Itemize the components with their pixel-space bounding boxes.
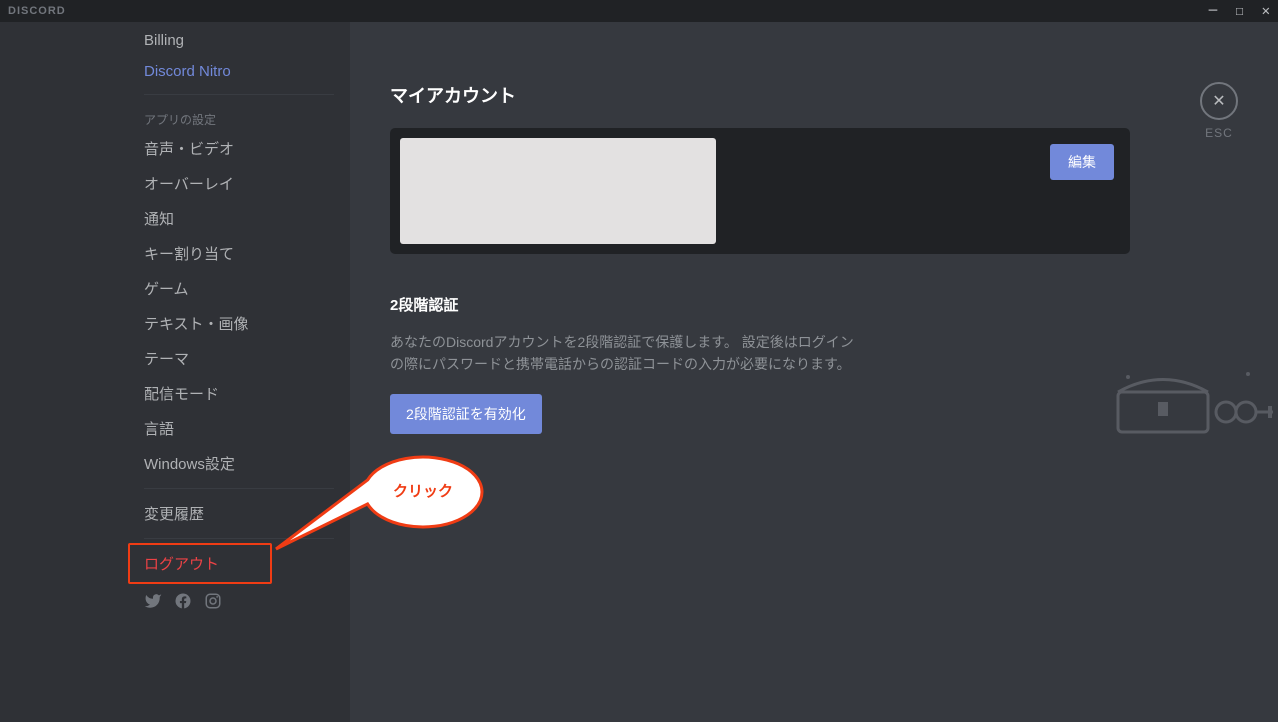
- sidebar-item-notifications[interactable]: 通知: [134, 202, 344, 235]
- sidebar-header-app-settings: アプリの設定: [134, 103, 344, 132]
- sidebar-item-language[interactable]: 言語: [134, 412, 344, 445]
- content-inner: マイアカウント 編集 2段階認証 あなたのDiscordアカウントを2段階認証で…: [350, 22, 1170, 722]
- close-button[interactable]: ✕: [1200, 82, 1238, 120]
- sidebar-item-theme[interactable]: テーマ: [134, 342, 344, 375]
- app-body: Billing Discord Nitro アプリの設定 音声・ビデオ オーバー…: [0, 22, 1278, 722]
- two-factor-title: 2段階認証: [390, 294, 1130, 315]
- page-title: マイアカウント: [390, 82, 1130, 108]
- sidebar-region: Billing Discord Nitro アプリの設定 音声・ビデオ オーバー…: [0, 22, 350, 722]
- account-card: 編集: [390, 128, 1130, 254]
- sidebar-item-logout[interactable]: ログアウト: [134, 547, 344, 580]
- sidebar-item-games[interactable]: ゲーム: [134, 272, 344, 305]
- facebook-icon[interactable]: [174, 592, 192, 615]
- edit-button[interactable]: 編集: [1050, 144, 1114, 180]
- account-info-block: [400, 138, 716, 244]
- sidebar-item-keybinds[interactable]: キー割り当て: [134, 237, 344, 270]
- social-links: [134, 582, 344, 625]
- sidebar-item-streamer-mode[interactable]: 配信モード: [134, 377, 344, 410]
- sidebar-item-billing[interactable]: Billing: [134, 26, 344, 55]
- twitter-icon[interactable]: [144, 592, 162, 615]
- close-settings: ✕ ESC: [1200, 82, 1238, 140]
- two-factor-section: 2段階認証 あなたのDiscordアカウントを2段階認証で保護します。 設定後は…: [390, 294, 1130, 434]
- chest-illustration: [1108, 362, 1278, 442]
- enable-2fa-button[interactable]: 2段階認証を有効化: [390, 394, 542, 434]
- app-name: DISCORD: [8, 5, 66, 17]
- instagram-icon[interactable]: [204, 592, 222, 615]
- sidebar-item-overlay[interactable]: オーバーレイ: [134, 167, 344, 200]
- minimize-icon[interactable]: ─: [1209, 4, 1217, 18]
- sidebar-item-changelog[interactable]: 変更履歴: [134, 497, 344, 530]
- sidebar-item-windows-settings[interactable]: Windows設定: [134, 447, 344, 480]
- sidebar-separator: [144, 488, 334, 489]
- sidebar-separator: [144, 94, 334, 95]
- title-bar: DISCORD ─ ☐ ✕: [0, 0, 1278, 22]
- content-region: マイアカウント 編集 2段階認証 あなたのDiscordアカウントを2段階認証で…: [350, 22, 1278, 722]
- maximize-icon[interactable]: ☐: [1235, 4, 1243, 18]
- sidebar-item-text-images[interactable]: テキスト・画像: [134, 307, 344, 340]
- close-label: ESC: [1200, 126, 1238, 140]
- sidebar-item-voice-video[interactable]: 音声・ビデオ: [134, 132, 344, 165]
- settings-sidebar: Billing Discord Nitro アプリの設定 音声・ビデオ オーバー…: [134, 22, 344, 722]
- window-controls: ─ ☐ ✕: [1209, 4, 1270, 18]
- close-window-icon[interactable]: ✕: [1262, 4, 1270, 18]
- close-icon: ✕: [1212, 91, 1225, 111]
- sidebar-item-nitro[interactable]: Discord Nitro: [134, 57, 344, 86]
- sidebar-separator: [144, 538, 334, 539]
- two-factor-description: あなたのDiscordアカウントを2段階認証で保護します。 設定後はログインの際…: [390, 331, 860, 376]
